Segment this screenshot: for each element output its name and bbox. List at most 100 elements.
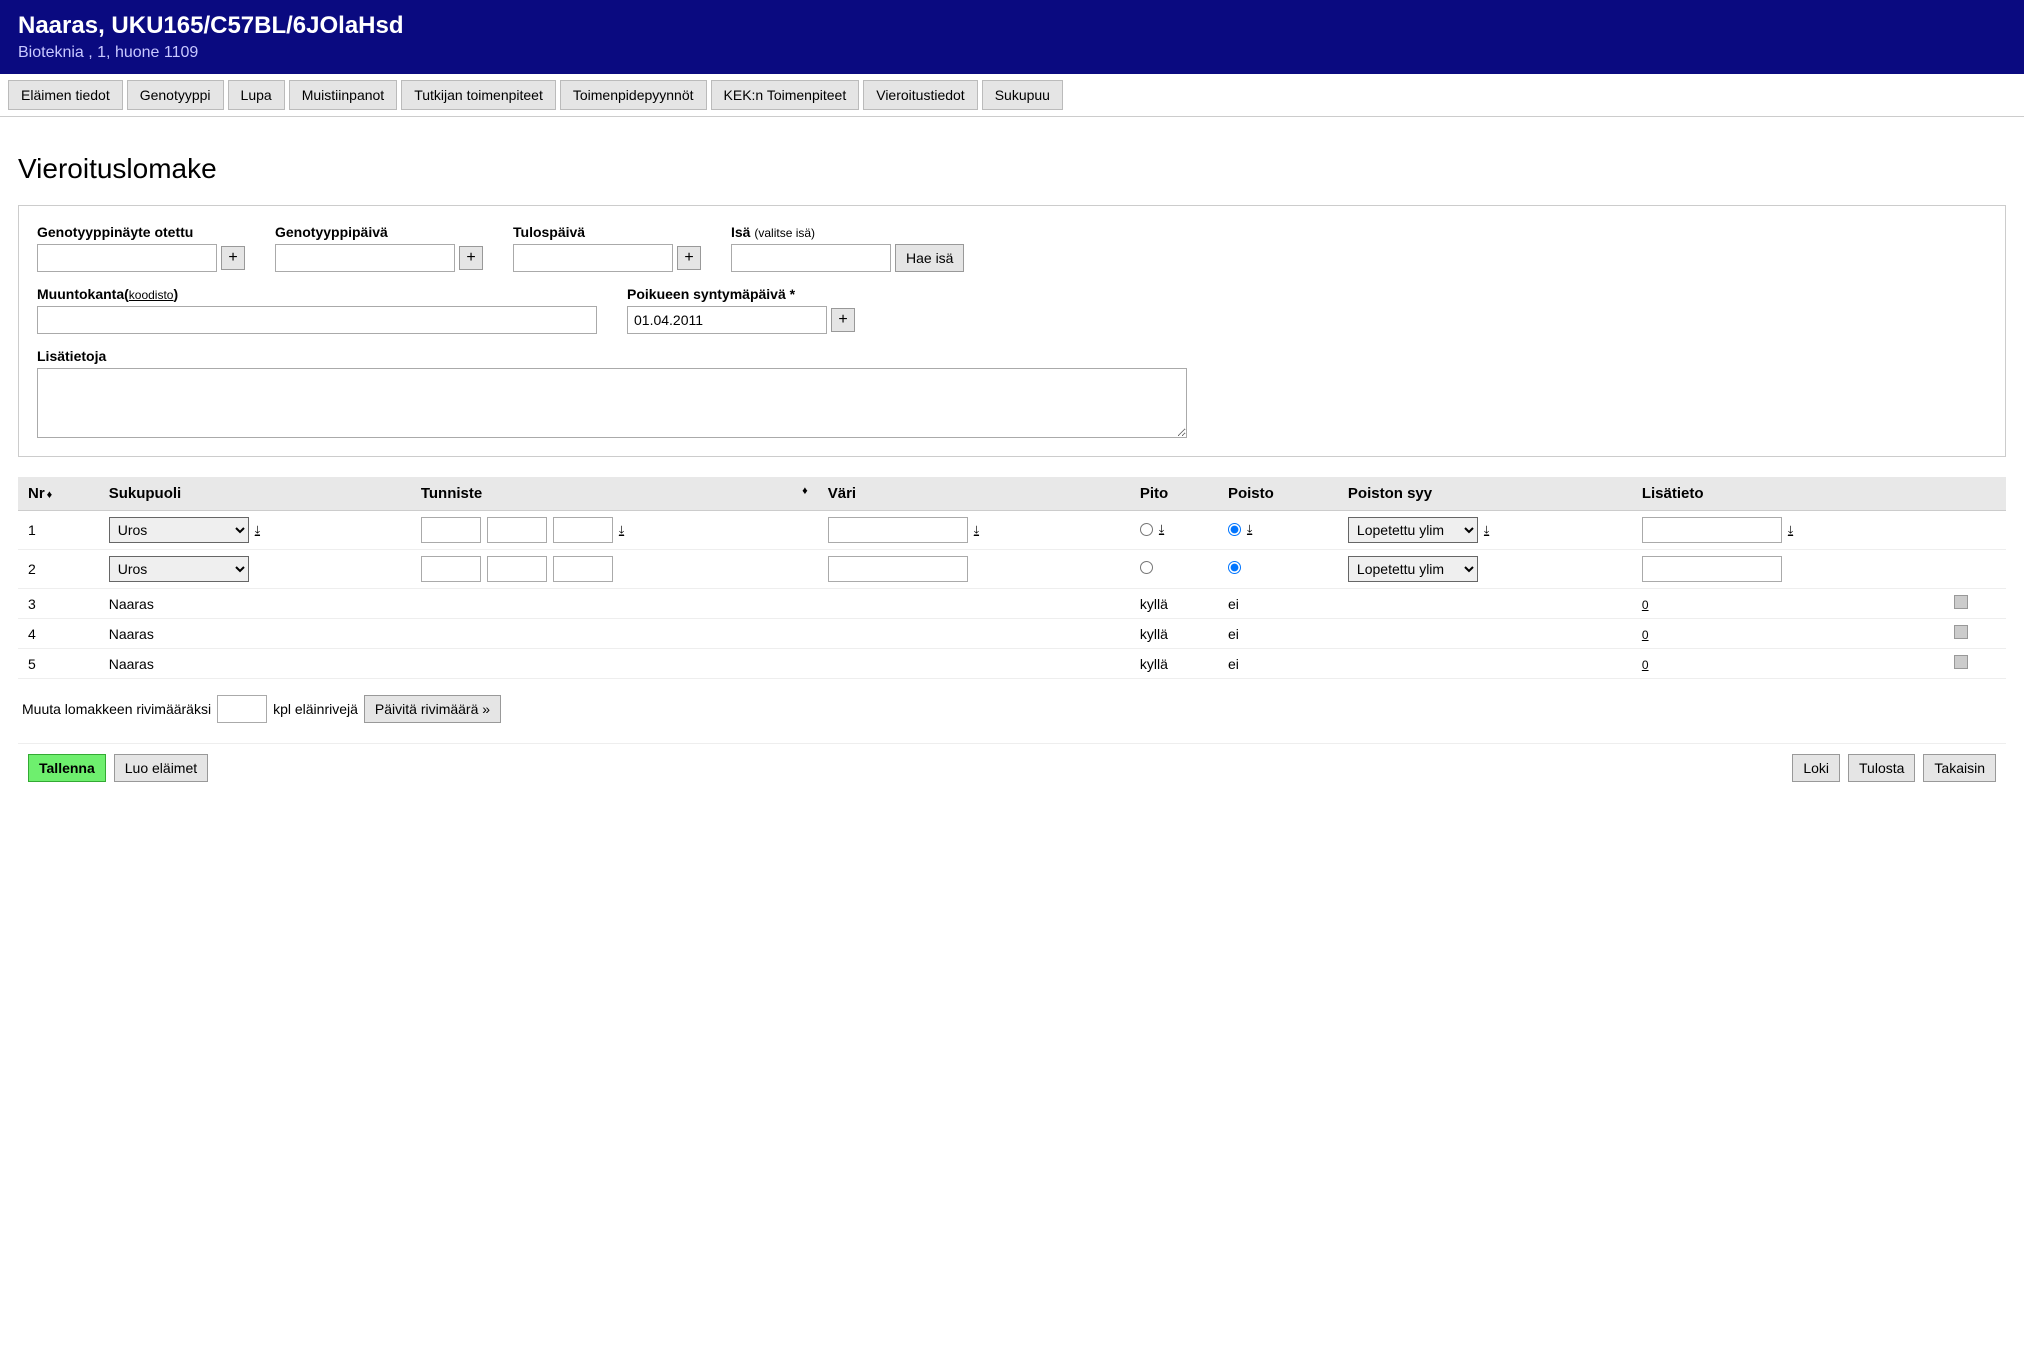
input-geno-sample[interactable] <box>37 244 217 272</box>
th-remove[interactable]: Poisto <box>1218 477 1338 511</box>
select-sex[interactable]: Uros <box>109 556 249 582</box>
btn-save[interactable]: Tallenna <box>28 754 106 782</box>
tab-op-requests[interactable]: Toimenpidepyynnöt <box>560 80 707 110</box>
cell-info[interactable]: 0 <box>1642 598 1649 612</box>
edit-icon[interactable] <box>1954 595 1968 609</box>
tab-notes[interactable]: Muistiinpanot <box>289 80 398 110</box>
select-reason[interactable]: Lopetettu ylim <box>1348 556 1478 582</box>
table-row: 4 Naaras kyllä ei 0 <box>18 619 2006 649</box>
apply-icon[interactable]: ⤓ <box>619 523 624 538</box>
input-geno-day[interactable] <box>275 244 455 272</box>
label-extra: Lisätietoja <box>37 348 1987 364</box>
cell-keep: kyllä <box>1130 619 1218 649</box>
btn-geno-day-picker[interactable]: + <box>459 246 483 270</box>
label-geno-day: Genotyyppipäivä <box>275 224 483 240</box>
label-father: Isä (valitse isä) <box>731 224 964 240</box>
cell-info[interactable]: 0 <box>1642 658 1649 672</box>
radio-keep[interactable] <box>1140 561 1153 574</box>
btn-back[interactable]: Takaisin <box>1923 754 1996 782</box>
tab-permit[interactable]: Lupa <box>228 80 285 110</box>
input-color[interactable] <box>828 556 968 582</box>
table-row: 2 Uros Lopetettu ylim <box>18 550 2006 589</box>
input-id-1[interactable] <box>421 517 481 543</box>
cell-info[interactable]: 0 <box>1642 628 1649 642</box>
apply-icon[interactable]: ⤓ <box>974 523 979 538</box>
input-id-2[interactable] <box>487 517 547 543</box>
tab-genotype[interactable]: Genotyyppi <box>127 80 224 110</box>
btn-birthday-picker[interactable]: + <box>831 308 855 332</box>
rowcount-pre: Muuta lomakkeen rivimääräksi <box>22 701 211 717</box>
apply-icon[interactable]: ⤓ <box>1788 523 1793 538</box>
apply-icon[interactable]: ⤓ <box>255 523 260 538</box>
input-id-3[interactable] <box>553 556 613 582</box>
tab-pedigree[interactable]: Sukupuu <box>982 80 1063 110</box>
animals-table: Nr♦ Sukupuoli Tunniste ♦ Väri Pito Poist… <box>18 477 2006 679</box>
btn-fetch-father[interactable]: Hae isä <box>895 244 964 272</box>
weaning-form: Genotyyppinäyte otettu + Genotyyppipäivä… <box>18 205 2006 457</box>
btn-create-animals[interactable]: Luo eläimet <box>114 754 208 782</box>
radio-remove[interactable] <box>1228 561 1241 574</box>
input-info[interactable] <box>1642 556 1782 582</box>
th-color[interactable]: Väri <box>818 477 1130 511</box>
tab-bar: Eläimen tiedot Genotyyppi Lupa Muistiinp… <box>0 74 2024 117</box>
page-title: Naaras, UKU165/C57BL/6JOlaHsd <box>18 12 2006 40</box>
th-info[interactable]: Lisätieto <box>1632 477 1944 511</box>
select-reason[interactable]: Lopetettu ylim <box>1348 517 1478 543</box>
tab-animal-info[interactable]: Eläimen tiedot <box>8 80 123 110</box>
th-nr[interactable]: Nr♦ <box>18 477 99 511</box>
cell-nr: 2 <box>18 550 99 589</box>
input-result-day[interactable] <box>513 244 673 272</box>
link-strain-codelist[interactable]: koodisto <box>129 288 174 302</box>
input-id-1[interactable] <box>421 556 481 582</box>
edit-icon[interactable] <box>1954 625 1968 639</box>
tab-researcher-ops[interactable]: Tutkijan toimenpiteet <box>401 80 556 110</box>
btn-log[interactable]: Loki <box>1792 754 1840 782</box>
edit-icon[interactable] <box>1954 655 1968 669</box>
th-sex[interactable]: Sukupuoli <box>99 477 411 511</box>
cell-sex: Naaras <box>99 589 411 619</box>
cell-remove: ei <box>1218 589 1338 619</box>
cell-sex: Naaras <box>99 619 411 649</box>
cell-remove: ei <box>1218 649 1338 679</box>
label-result-day: Tulospäivä <box>513 224 701 240</box>
cell-nr: 4 <box>18 619 99 649</box>
cell-keep: kyllä <box>1130 649 1218 679</box>
table-row: 1 Uros ⤓ ⤓ ⤓ ⤓ ⤓ Lopetettu ylim ⤓ ⤓ <box>18 511 2006 550</box>
th-keep[interactable]: Pito <box>1130 477 1218 511</box>
page-subtitle: Bioteknia , 1, huone 1109 <box>18 44 2006 62</box>
row-count-line: Muuta lomakkeen rivimääräksi kpl eläinri… <box>18 695 2006 723</box>
label-strain: Muuntokanta(koodisto) <box>37 286 597 302</box>
select-sex[interactable]: Uros <box>109 517 249 543</box>
apply-icon[interactable]: ⤓ <box>1159 522 1164 537</box>
rowcount-post: kpl eläinrivejä <box>273 701 358 717</box>
btn-result-day-picker[interactable]: + <box>677 246 701 270</box>
tab-weaning[interactable]: Vieroitustiedot <box>863 80 977 110</box>
page-header: Naaras, UKU165/C57BL/6JOlaHsd Bioteknia … <box>0 0 2024 74</box>
btn-update-rows[interactable]: Päivitä rivimäärä » <box>364 695 501 723</box>
cell-nr: 1 <box>18 511 99 550</box>
form-footer: Tallenna Luo eläimet Loki Tulosta Takais… <box>18 743 2006 792</box>
input-id-3[interactable] <box>553 517 613 543</box>
tab-kek-ops[interactable]: KEK:n Toimenpiteet <box>711 80 860 110</box>
cell-keep: kyllä <box>1130 589 1218 619</box>
form-heading: Vieroituslomake <box>18 153 2006 185</box>
cell-nr: 3 <box>18 589 99 619</box>
apply-icon[interactable]: ⤓ <box>1484 523 1489 538</box>
th-reason[interactable]: Poiston syy <box>1338 477 1632 511</box>
cell-sex: Naaras <box>99 649 411 679</box>
cell-nr: 5 <box>18 649 99 679</box>
textarea-extra[interactable] <box>37 368 1187 438</box>
input-info[interactable] <box>1642 517 1782 543</box>
input-strain[interactable] <box>37 306 597 334</box>
btn-geno-sample-picker[interactable]: + <box>221 246 245 270</box>
input-color[interactable] <box>828 517 968 543</box>
btn-print extrair[interactable]: Tulosta <box>1848 754 1915 782</box>
apply-icon[interactable]: ⤓ <box>1247 522 1252 537</box>
radio-remove[interactable] <box>1228 523 1241 536</box>
input-rowcount[interactable] <box>217 695 267 723</box>
input-father[interactable] <box>731 244 891 272</box>
input-birthday[interactable] <box>627 306 827 334</box>
input-id-2[interactable] <box>487 556 547 582</box>
th-id[interactable]: Tunniste ♦ <box>411 477 818 511</box>
radio-keep[interactable] <box>1140 523 1153 536</box>
